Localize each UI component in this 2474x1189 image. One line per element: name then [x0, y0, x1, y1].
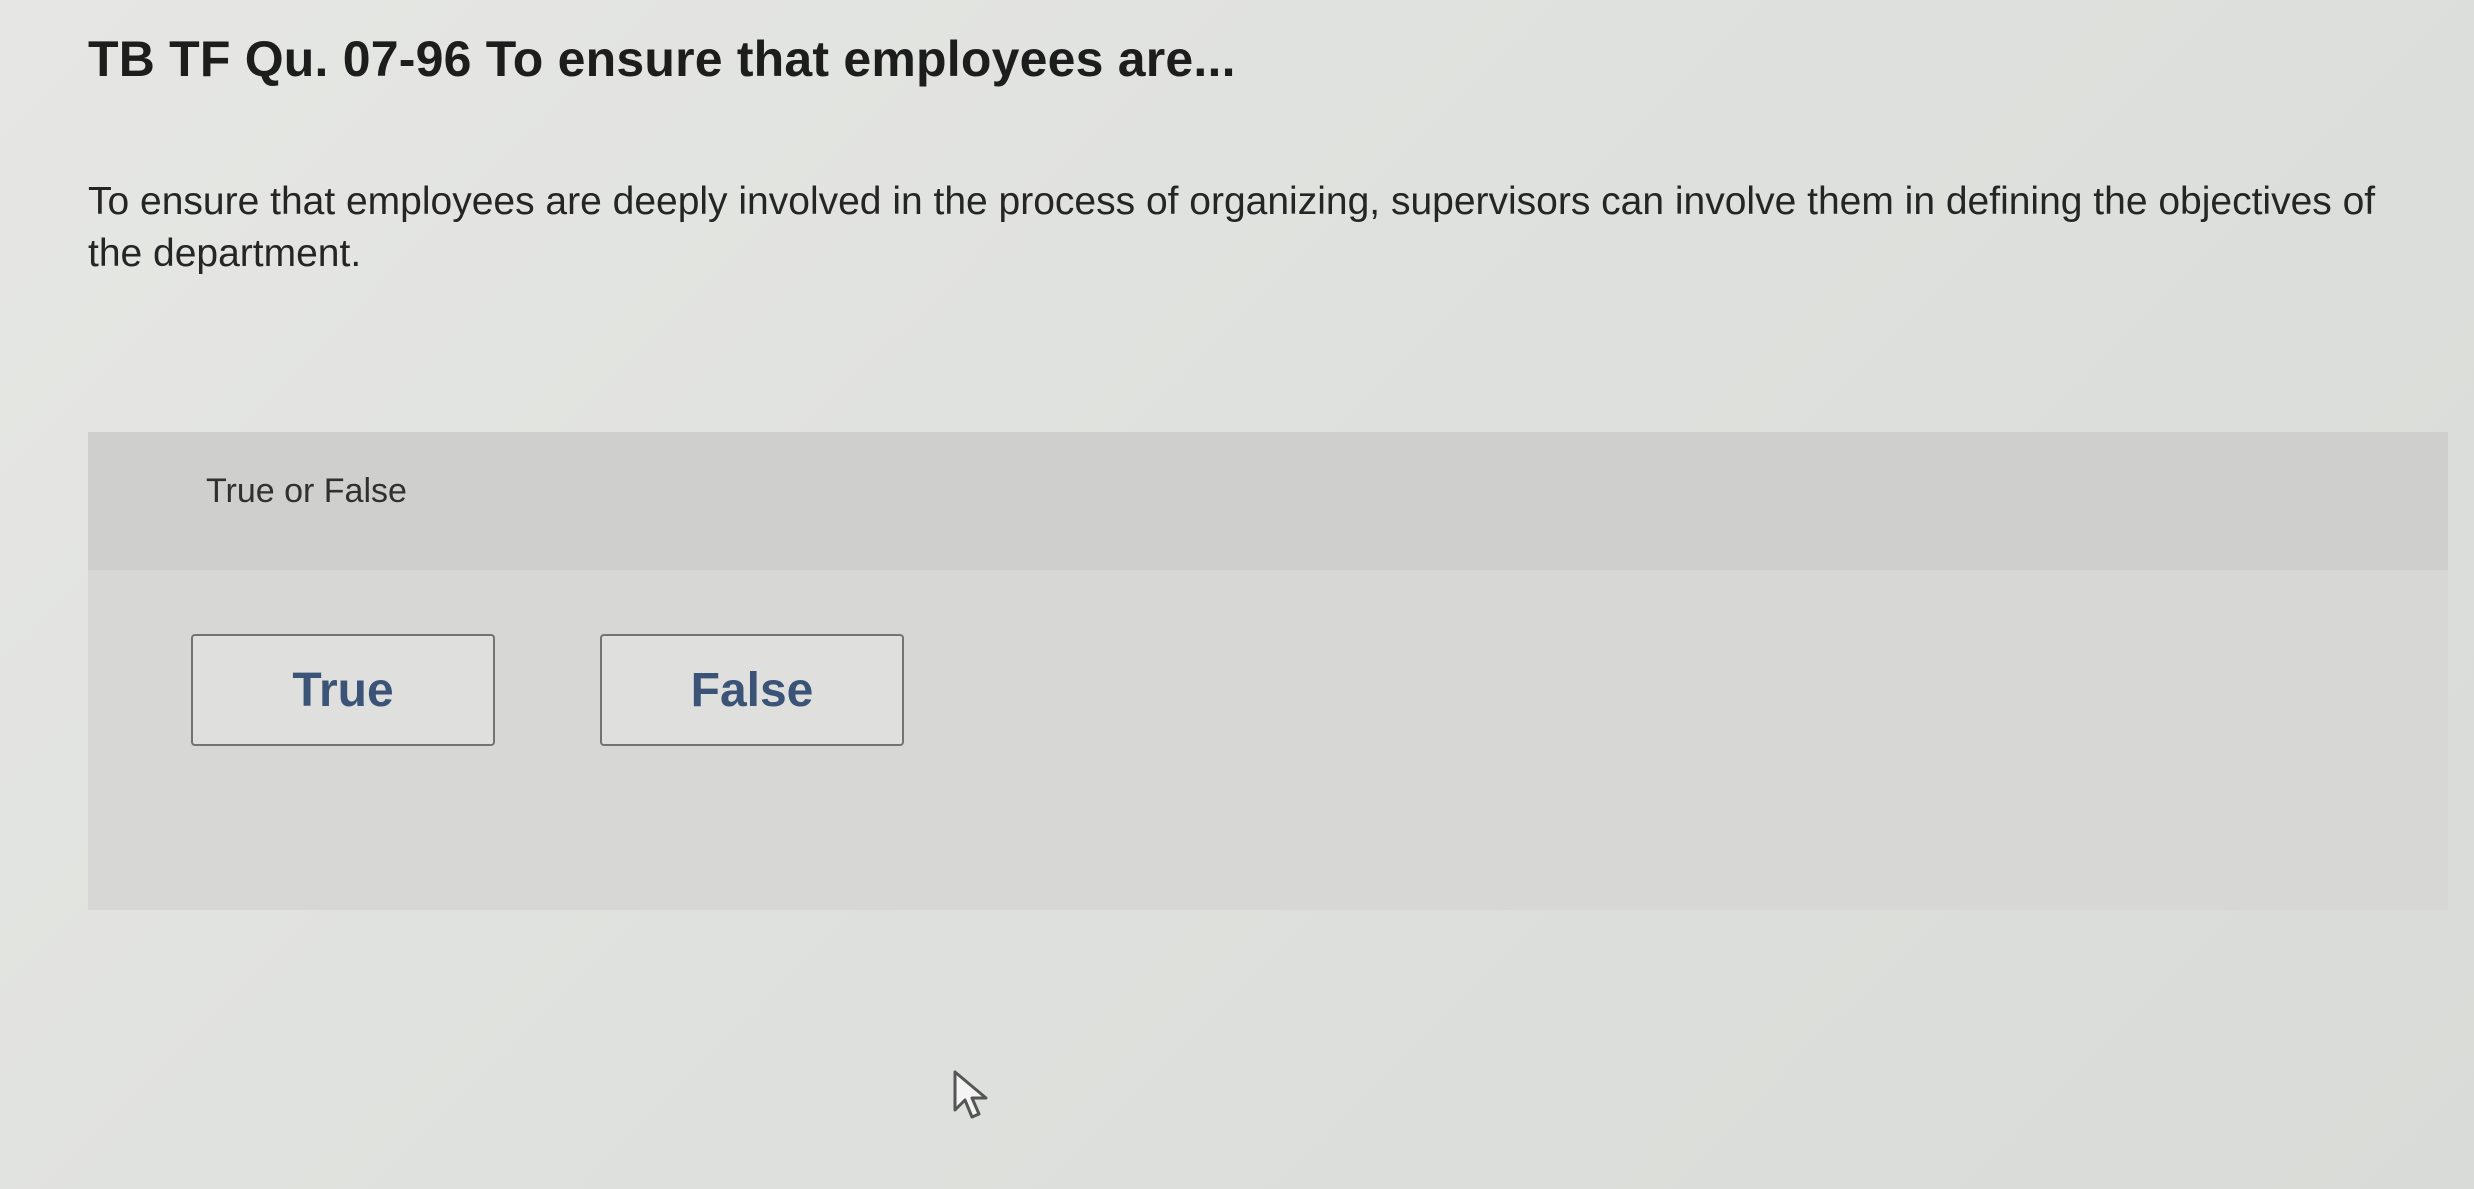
true-false-answer-panel: True or False True False: [88, 432, 2448, 910]
mouse-pointer-icon: [953, 1070, 988, 1119]
question-text: To ensure that employees are deeply invo…: [88, 180, 2376, 275]
question-page: TB TF Qu. 07-96 To ensure that employees…: [0, 0, 2474, 1189]
answer-panel-header: True or False: [88, 432, 2448, 570]
false-button[interactable]: False: [600, 634, 904, 746]
true-false-label: True or False: [206, 472, 407, 510]
question-title: TB TF Qu. 07-96 To ensure that employees…: [88, 31, 1236, 87]
true-button[interactable]: True: [191, 634, 495, 746]
